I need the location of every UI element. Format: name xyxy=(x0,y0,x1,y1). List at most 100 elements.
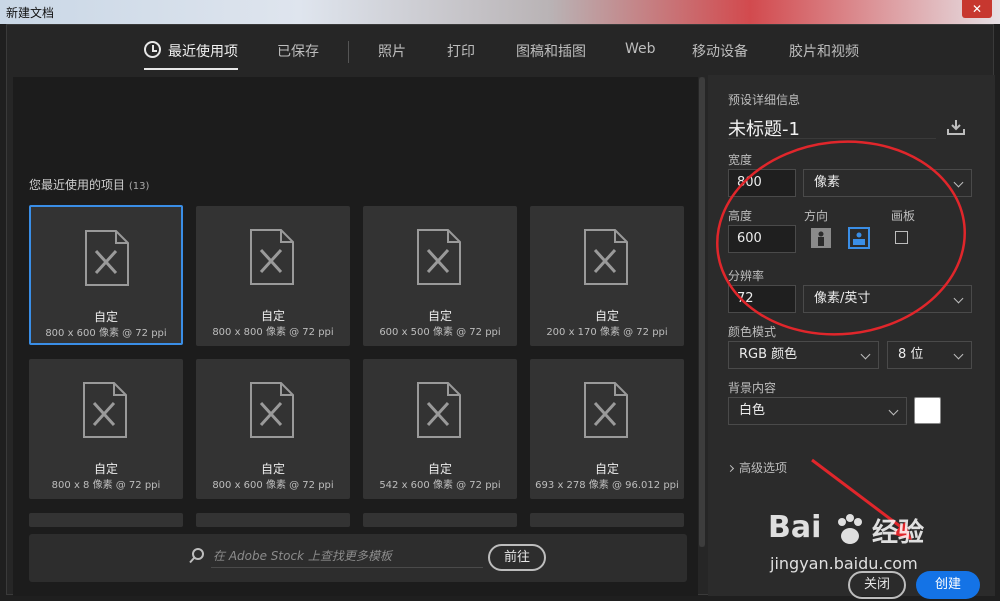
stock-search-bar: 在 Adobe Stock 上查找更多模板 前往 xyxy=(29,534,687,582)
background-select[interactable]: 白色 xyxy=(728,397,907,425)
resolution-unit-select[interactable]: 像素/英寸 xyxy=(803,285,972,313)
chevron-down-icon xyxy=(888,405,899,416)
preset-card[interactable]: 自定 800 x 600 像素 @ 72 ppi xyxy=(196,359,350,499)
preset-card[interactable] xyxy=(530,513,684,527)
resolution-input[interactable]: 72 xyxy=(728,285,796,313)
preset-size: 800 x 600 像素 @ 72 ppi xyxy=(45,328,167,339)
scrollbar-thumb[interactable] xyxy=(699,77,705,547)
preset-card[interactable]: 自定 693 x 278 像素 @ 96.012 ppi xyxy=(530,359,684,499)
preset-card[interactable]: 自定 800 x 800 像素 @ 72 ppi xyxy=(196,206,350,346)
preset-name: 自定 xyxy=(427,309,452,323)
resolution-label: 分辨率 xyxy=(728,269,765,283)
preset-card[interactable]: 自定 800 x 8 像素 @ 72 ppi xyxy=(29,359,183,499)
paw-icon xyxy=(838,514,862,544)
document-pencil-icon xyxy=(83,382,127,438)
document-pencil-icon xyxy=(584,229,628,285)
preset-name: 自定 xyxy=(260,462,285,476)
width-unit-value: 像素 xyxy=(814,175,841,190)
preset-name: 自定 xyxy=(260,309,285,323)
color-mode-label: 颜色模式 xyxy=(728,325,777,339)
height-input[interactable]: 600 xyxy=(728,225,796,253)
category-tabs: 最近使用项 已保存 照片 打印 图稿和插图 Web 移动设备 胶片和视频 xyxy=(7,25,995,75)
background-color-swatch[interactable] xyxy=(914,397,941,424)
preset-name: 自定 xyxy=(93,310,118,324)
clock-icon xyxy=(144,41,161,58)
width-input[interactable]: 800 xyxy=(728,169,796,197)
watermark: Bai 经验 jingyan.baidu.com xyxy=(768,508,988,588)
preset-name: 自定 xyxy=(594,309,619,323)
chevron-down-icon xyxy=(860,349,871,360)
search-icon xyxy=(189,548,204,564)
document-pencil-icon xyxy=(417,382,461,438)
preset-card[interactable] xyxy=(29,513,183,527)
recent-count: (13) xyxy=(128,181,150,192)
watermark-brand-suffix: 经验 xyxy=(872,518,925,548)
landscape-orientation-icon[interactable] xyxy=(848,227,870,249)
preset-size: 800 x 600 像素 @ 72 ppi xyxy=(212,480,334,491)
recent-heading: 您最近使用的项目 (13) xyxy=(29,176,149,193)
artboard-label: 画板 xyxy=(891,209,916,223)
recent-items-panel: 您最近使用的项目 (13) 自定 800 x 600 像素 @ 72 ppi 自… xyxy=(13,77,698,596)
document-pencil-icon xyxy=(250,229,294,285)
preset-name: 自定 xyxy=(93,462,118,476)
chevron-down-icon xyxy=(953,177,964,188)
document-pencil-icon xyxy=(584,382,628,438)
window-title: 新建文档 xyxy=(6,6,55,20)
background-value: 白色 xyxy=(739,403,766,418)
chevron-right-icon xyxy=(726,464,735,473)
color-mode-value: RGB 颜色 xyxy=(739,347,798,362)
preset-size: 800 x 800 像素 @ 72 ppi xyxy=(212,327,334,338)
preset-card[interactable] xyxy=(196,513,350,527)
tab-web[interactable]: Web xyxy=(625,41,656,57)
recent-scrollbar[interactable] xyxy=(699,77,705,547)
width-unit-select[interactable]: 像素 xyxy=(803,169,972,197)
preset-card[interactable]: 自定 542 x 600 像素 @ 72 ppi xyxy=(363,359,517,499)
preset-size: 200 x 170 像素 @ 72 ppi xyxy=(546,327,668,338)
save-preset-icon[interactable] xyxy=(947,119,965,135)
bit-depth-select[interactable]: 8 位 xyxy=(887,341,972,369)
chevron-down-icon xyxy=(953,349,964,360)
tab-recent[interactable]: 最近使用项 xyxy=(144,41,238,70)
stock-go-button[interactable]: 前往 xyxy=(488,544,546,571)
portrait-orientation-icon[interactable] xyxy=(810,227,832,249)
tab-mobile[interactable]: 移动设备 xyxy=(692,41,748,61)
tab-separator xyxy=(348,41,349,63)
document-pencil-icon xyxy=(250,382,294,438)
watermark-url: jingyan.baidu.com xyxy=(770,554,918,573)
artboard-checkbox[interactable] xyxy=(895,231,908,244)
width-label: 宽度 xyxy=(728,153,753,167)
advanced-options-toggle[interactable]: 高级选项 xyxy=(726,459,788,476)
document-pencil-icon xyxy=(85,230,129,286)
window-titlebar: 新建文档 ✕ xyxy=(0,0,1000,24)
tab-film-video[interactable]: 胶片和视频 xyxy=(789,41,859,61)
tab-saved[interactable]: 已保存 xyxy=(277,41,319,61)
stock-search-input[interactable]: 在 Adobe Stock 上查找更多模板 xyxy=(211,546,483,568)
tab-art-illustration[interactable]: 图稿和插图 xyxy=(516,41,586,61)
preset-size: 693 x 278 像素 @ 96.012 ppi xyxy=(535,480,679,491)
tab-print[interactable]: 打印 xyxy=(447,41,475,61)
tab-photo[interactable]: 照片 xyxy=(378,41,406,61)
preset-card[interactable]: 自定 600 x 500 像素 @ 72 ppi xyxy=(363,206,517,346)
document-name-input[interactable]: 未标题-1 xyxy=(728,115,936,140)
preset-section-label: 预设详细信息 xyxy=(728,93,801,107)
preset-card[interactable]: 自定 800 x 600 像素 @ 72 ppi xyxy=(29,205,183,345)
background-label: 背景内容 xyxy=(728,381,777,395)
height-label: 高度 xyxy=(728,209,753,223)
preset-card[interactable] xyxy=(363,513,517,527)
watermark-brand: Bai xyxy=(768,510,822,545)
preset-name: 自定 xyxy=(594,462,619,476)
preset-card[interactable]: 自定 200 x 170 像素 @ 72 ppi xyxy=(530,206,684,346)
preset-size: 800 x 8 像素 @ 72 ppi xyxy=(51,480,161,491)
color-mode-select[interactable]: RGB 颜色 xyxy=(728,341,879,369)
document-pencil-icon xyxy=(417,229,461,285)
window-close-button[interactable]: ✕ xyxy=(962,0,992,18)
recent-heading-text: 您最近使用的项目 xyxy=(29,178,126,192)
bit-depth-value: 8 位 xyxy=(898,347,924,362)
orientation-label: 方向 xyxy=(804,209,829,223)
advanced-options-label: 高级选项 xyxy=(739,461,788,475)
preset-name: 自定 xyxy=(427,462,452,476)
resolution-unit-value: 像素/英寸 xyxy=(814,291,871,306)
preset-size: 542 x 600 像素 @ 72 ppi xyxy=(379,480,501,491)
chevron-down-icon xyxy=(953,293,964,304)
preset-size: 600 x 500 像素 @ 72 ppi xyxy=(379,327,501,338)
